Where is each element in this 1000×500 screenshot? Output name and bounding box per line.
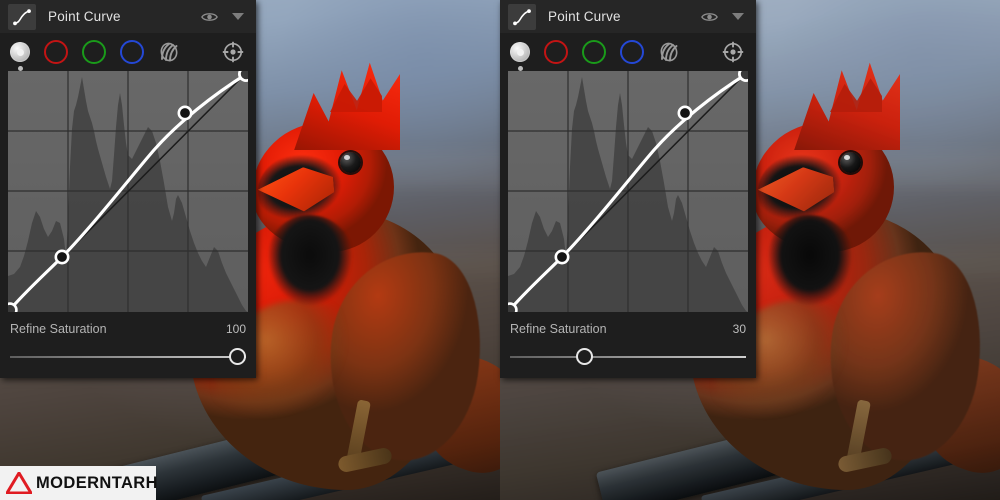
bird-eye — [340, 152, 361, 173]
slider-track[interactable] — [10, 356, 246, 358]
slider-label-row: Refine Saturation 100 — [10, 322, 246, 336]
channel-green-button[interactable] — [82, 40, 106, 64]
refine-saturation-value: 100 — [225, 322, 246, 336]
refine-saturation-label: Refine Saturation — [510, 322, 607, 336]
panel-header: Point Curve — [0, 0, 256, 33]
channel-blue-button[interactable] — [620, 40, 644, 64]
channel-rgb-button[interactable] — [10, 42, 30, 71]
target-adjustment-icon[interactable] — [722, 41, 744, 63]
eye-icon[interactable] — [201, 11, 218, 23]
panel-header-actions — [701, 11, 756, 23]
point-curve-icon[interactable] — [508, 3, 536, 30]
triangle-logo-icon — [4, 470, 34, 495]
bird-eye — [840, 152, 861, 173]
slider-label-row: Refine Saturation 30 — [510, 322, 746, 336]
channel-red-button[interactable] — [544, 40, 568, 64]
channel-rgb-button[interactable] — [510, 42, 530, 71]
panel-title: Point Curve — [548, 9, 621, 24]
slider-knob[interactable] — [575, 348, 593, 365]
refine-saturation-slider-block: Refine Saturation 100 — [0, 322, 256, 369]
curve-graph-container — [500, 71, 756, 312]
curve-graph-container — [0, 71, 256, 312]
screenshot-stage: Point Curve Refine Saturation 100 Point … — [0, 0, 1000, 500]
channel-red-button[interactable] — [44, 40, 68, 64]
refine-saturation-track-wrap[interactable] — [510, 345, 746, 369]
panel-header: Point Curve — [500, 0, 756, 33]
tone-curve-graph[interactable] — [8, 71, 248, 312]
watermark: MODERNTARH — [0, 466, 158, 500]
channel-selector — [500, 33, 756, 71]
tone-curve-graph[interactable] — [508, 71, 748, 312]
watermark-text: MODERNTARH — [36, 473, 158, 492]
channel-wave-icon[interactable] — [158, 42, 178, 62]
panel-header-actions — [201, 11, 256, 23]
chevron-down-icon[interactable] — [732, 13, 744, 20]
eye-icon[interactable] — [701, 11, 718, 23]
refine-saturation-label: Refine Saturation — [10, 322, 107, 336]
channel-selector — [0, 33, 256, 71]
channel-blue-button[interactable] — [120, 40, 144, 64]
point-curve-icon[interactable] — [8, 3, 36, 30]
refine-saturation-value: 30 — [732, 322, 746, 336]
point-curve-panel: Point Curve — [500, 0, 756, 378]
target-adjustment-icon[interactable] — [222, 41, 244, 63]
channel-wave-icon[interactable] — [658, 42, 678, 62]
slider-track[interactable] — [510, 356, 746, 358]
channel-green-button[interactable] — [582, 40, 606, 64]
panel-title: Point Curve — [48, 9, 121, 24]
refine-saturation-track-wrap[interactable] — [10, 345, 246, 369]
refine-saturation-slider-block: Refine Saturation 30 — [500, 322, 756, 369]
point-curve-panel: Point Curve — [0, 0, 256, 378]
slider-knob[interactable] — [229, 348, 246, 365]
chevron-down-icon[interactable] — [232, 13, 244, 20]
